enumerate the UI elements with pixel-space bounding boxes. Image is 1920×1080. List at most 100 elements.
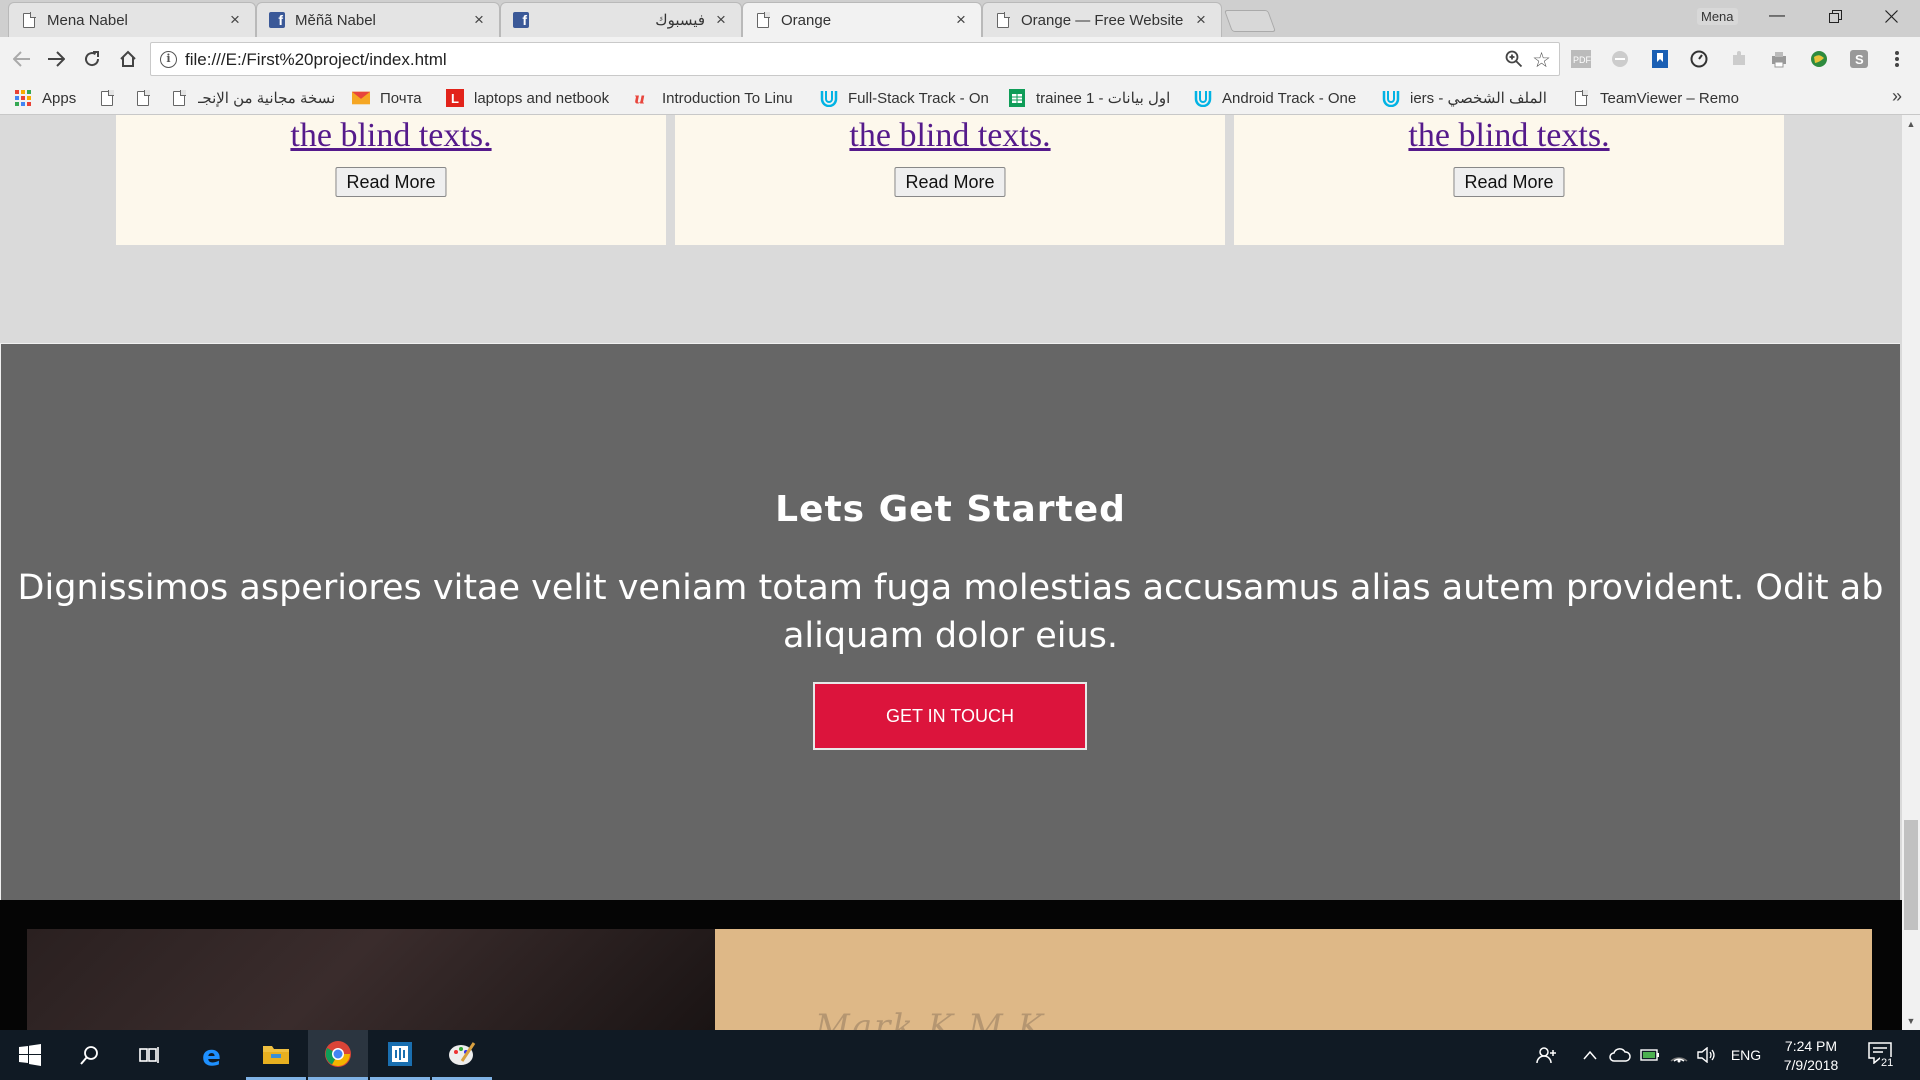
start-button[interactable]	[0, 1030, 60, 1080]
bookmark-arabic-copy[interactable]: نسخة مجانية من الإنجـ	[170, 87, 342, 109]
windows-logo-icon	[19, 1044, 41, 1066]
tab-facebook-profile[interactable]: f Měñã Nabel ×	[256, 2, 500, 37]
lenovo-l-icon: L	[446, 89, 464, 107]
read-more-button[interactable]: Read More	[1453, 167, 1565, 197]
svg-text:S: S	[1855, 52, 1864, 67]
browser-toolbar: i file:///E:/First%20project/index.html …	[0, 37, 1920, 81]
sheets-icon	[1008, 89, 1026, 107]
close-window-icon[interactable]	[1862, 0, 1920, 32]
cta-title: Lets Get Started	[775, 489, 1126, 530]
bookmark-laptops[interactable]: L laptops and netbook	[446, 87, 618, 109]
tab-mena-nabel[interactable]: Mena Nabel ×	[8, 2, 256, 37]
onedrive-icon[interactable]	[1606, 1030, 1634, 1080]
bookmark-label: laptops and netbook	[474, 89, 610, 107]
bookmark-apps[interactable]: Apps	[14, 87, 86, 109]
bookmark-mail[interactable]: Почта	[352, 87, 434, 109]
url-text[interactable]: file:///E:/First%20project/index.html	[185, 50, 447, 70]
bookmark-trainee-sheet[interactable]: trainee 1 - اول بيانات	[1008, 87, 1180, 109]
menu-icon[interactable]	[1884, 46, 1910, 72]
show-hidden-icons-icon[interactable]	[1578, 1030, 1602, 1080]
info-icon[interactable]: i	[160, 51, 177, 68]
windows-taskbar: e ENG 7:24 PM 7/9/2018 21	[0, 1030, 1920, 1080]
bookmarks-bar: Apps نسخة مجانية من الإنجـ Почта L lapto…	[0, 81, 1920, 115]
card-link[interactable]: the blind texts.	[675, 117, 1225, 155]
vertical-scrollbar[interactable]: ▲ ▼	[1902, 115, 1920, 1030]
search-button[interactable]	[60, 1030, 120, 1080]
tab-orange-template[interactable]: Orange — Free Website T ×	[982, 2, 1222, 37]
language-indicator[interactable]: ENG	[1726, 1030, 1766, 1080]
udacity-icon	[1382, 89, 1400, 107]
home-button[interactable]	[112, 43, 144, 75]
globe-extension-icon[interactable]	[1806, 46, 1832, 72]
minimize-icon[interactable]: —	[1748, 0, 1806, 32]
bookmark-blank-1[interactable]	[98, 87, 120, 109]
restore-icon[interactable]	[1806, 0, 1864, 32]
close-icon[interactable]: ×	[713, 11, 729, 28]
bookmark-fullstack[interactable]: Full-Stack Track - On	[820, 87, 992, 109]
zoom-icon[interactable]	[1505, 50, 1523, 73]
paint-taskbar-button[interactable]	[432, 1030, 492, 1080]
close-icon[interactable]: ×	[471, 11, 487, 28]
tab-facebook-arabic[interactable]: f فيسبوك ×	[500, 2, 742, 37]
bookmark-blank-2[interactable]	[134, 87, 156, 109]
file-explorer-taskbar-button[interactable]	[246, 1030, 306, 1080]
apps-grid-icon	[14, 89, 32, 107]
tab-title: فيسبوك	[655, 12, 705, 29]
portfolio-band: Mark K.M.K	[0, 900, 1902, 1030]
portfolio-image-tan: Mark K.M.K	[715, 929, 1872, 1030]
puzzle-extension-icon[interactable]	[1726, 46, 1752, 72]
task-view-button[interactable]	[120, 1030, 180, 1080]
wifi-icon[interactable]	[1666, 1030, 1692, 1080]
people-icon[interactable]	[1530, 1030, 1562, 1080]
bookmark-extension-icon[interactable]	[1647, 46, 1673, 72]
get-in-touch-button[interactable]: GET IN TOUCH	[813, 682, 1087, 750]
bookmark-linux[interactable]: u Introduction To Linu	[634, 87, 806, 109]
reload-icon	[85, 51, 100, 67]
search-icon	[80, 1046, 98, 1065]
disabled-extension-icon[interactable]	[1607, 46, 1633, 72]
watermark-text: Mark K.M.K	[815, 1007, 1045, 1030]
udacity-u-icon: u	[634, 89, 652, 107]
bookmark-star-icon[interactable]: ☆	[1532, 48, 1551, 73]
read-more-button[interactable]: Read More	[894, 167, 1006, 197]
bookmark-android-track[interactable]: Android Track - One	[1194, 87, 1366, 109]
chrome-taskbar-button[interactable]	[308, 1030, 368, 1080]
svg-text:e: e	[202, 1042, 221, 1068]
profile-button[interactable]: Mena	[1697, 8, 1738, 25]
card-link[interactable]: the blind texts.	[1234, 117, 1784, 155]
edge-taskbar-button[interactable]: e	[184, 1030, 244, 1080]
scroll-thumb[interactable]	[1904, 820, 1918, 930]
clock[interactable]: 7:24 PM 7/9/2018	[1766, 1037, 1856, 1075]
bookmark-label: TeamViewer – Remo	[1600, 89, 1739, 107]
bookmarks-overflow-icon[interactable]: »	[1892, 86, 1902, 107]
address-bar[interactable]: i file:///E:/First%20project/index.html …	[150, 42, 1560, 76]
bookmark-profile[interactable]: الملف الشخصي - iers	[1382, 87, 1554, 109]
bookmark-label: trainee 1 - اول بيانات	[1036, 90, 1171, 107]
speedometer-icon[interactable]	[1686, 46, 1712, 72]
app-taskbar-button[interactable]	[370, 1030, 430, 1080]
pdf-extension-icon[interactable]: PDF	[1568, 46, 1594, 72]
card-link[interactable]: the blind texts.	[116, 117, 666, 155]
chrome-icon	[325, 1040, 351, 1067]
reload-button[interactable]	[76, 43, 108, 75]
battery-icon[interactable]	[1638, 1030, 1662, 1080]
scroll-up-icon[interactable]: ▲	[1902, 115, 1920, 133]
scroll-down-icon[interactable]: ▼	[1902, 1012, 1920, 1030]
read-more-button[interactable]: Read More	[335, 167, 447, 197]
back-button[interactable]	[6, 43, 38, 75]
tab-strip: Mena Nabel × f Měñã Nabel × f فيسبوك × O…	[0, 0, 1920, 37]
printer-extension-icon[interactable]	[1766, 46, 1792, 72]
new-tab-button[interactable]	[1223, 10, 1277, 32]
svg-text:PDF: PDF	[1573, 55, 1592, 65]
close-icon[interactable]: ×	[953, 11, 969, 28]
bookmark-label: Android Track - One	[1222, 89, 1357, 107]
close-icon[interactable]: ×	[227, 11, 243, 28]
bookmark-label: Apps	[42, 89, 77, 107]
s-extension-icon[interactable]: S	[1846, 46, 1872, 72]
tab-orange[interactable]: Orange ×	[742, 2, 982, 37]
doc-icon	[134, 89, 152, 107]
forward-button[interactable]	[40, 43, 72, 75]
close-icon[interactable]: ×	[1193, 11, 1209, 28]
volume-icon[interactable]	[1694, 1030, 1720, 1080]
bookmark-teamviewer[interactable]: TeamViewer – Remo	[1572, 87, 1744, 109]
